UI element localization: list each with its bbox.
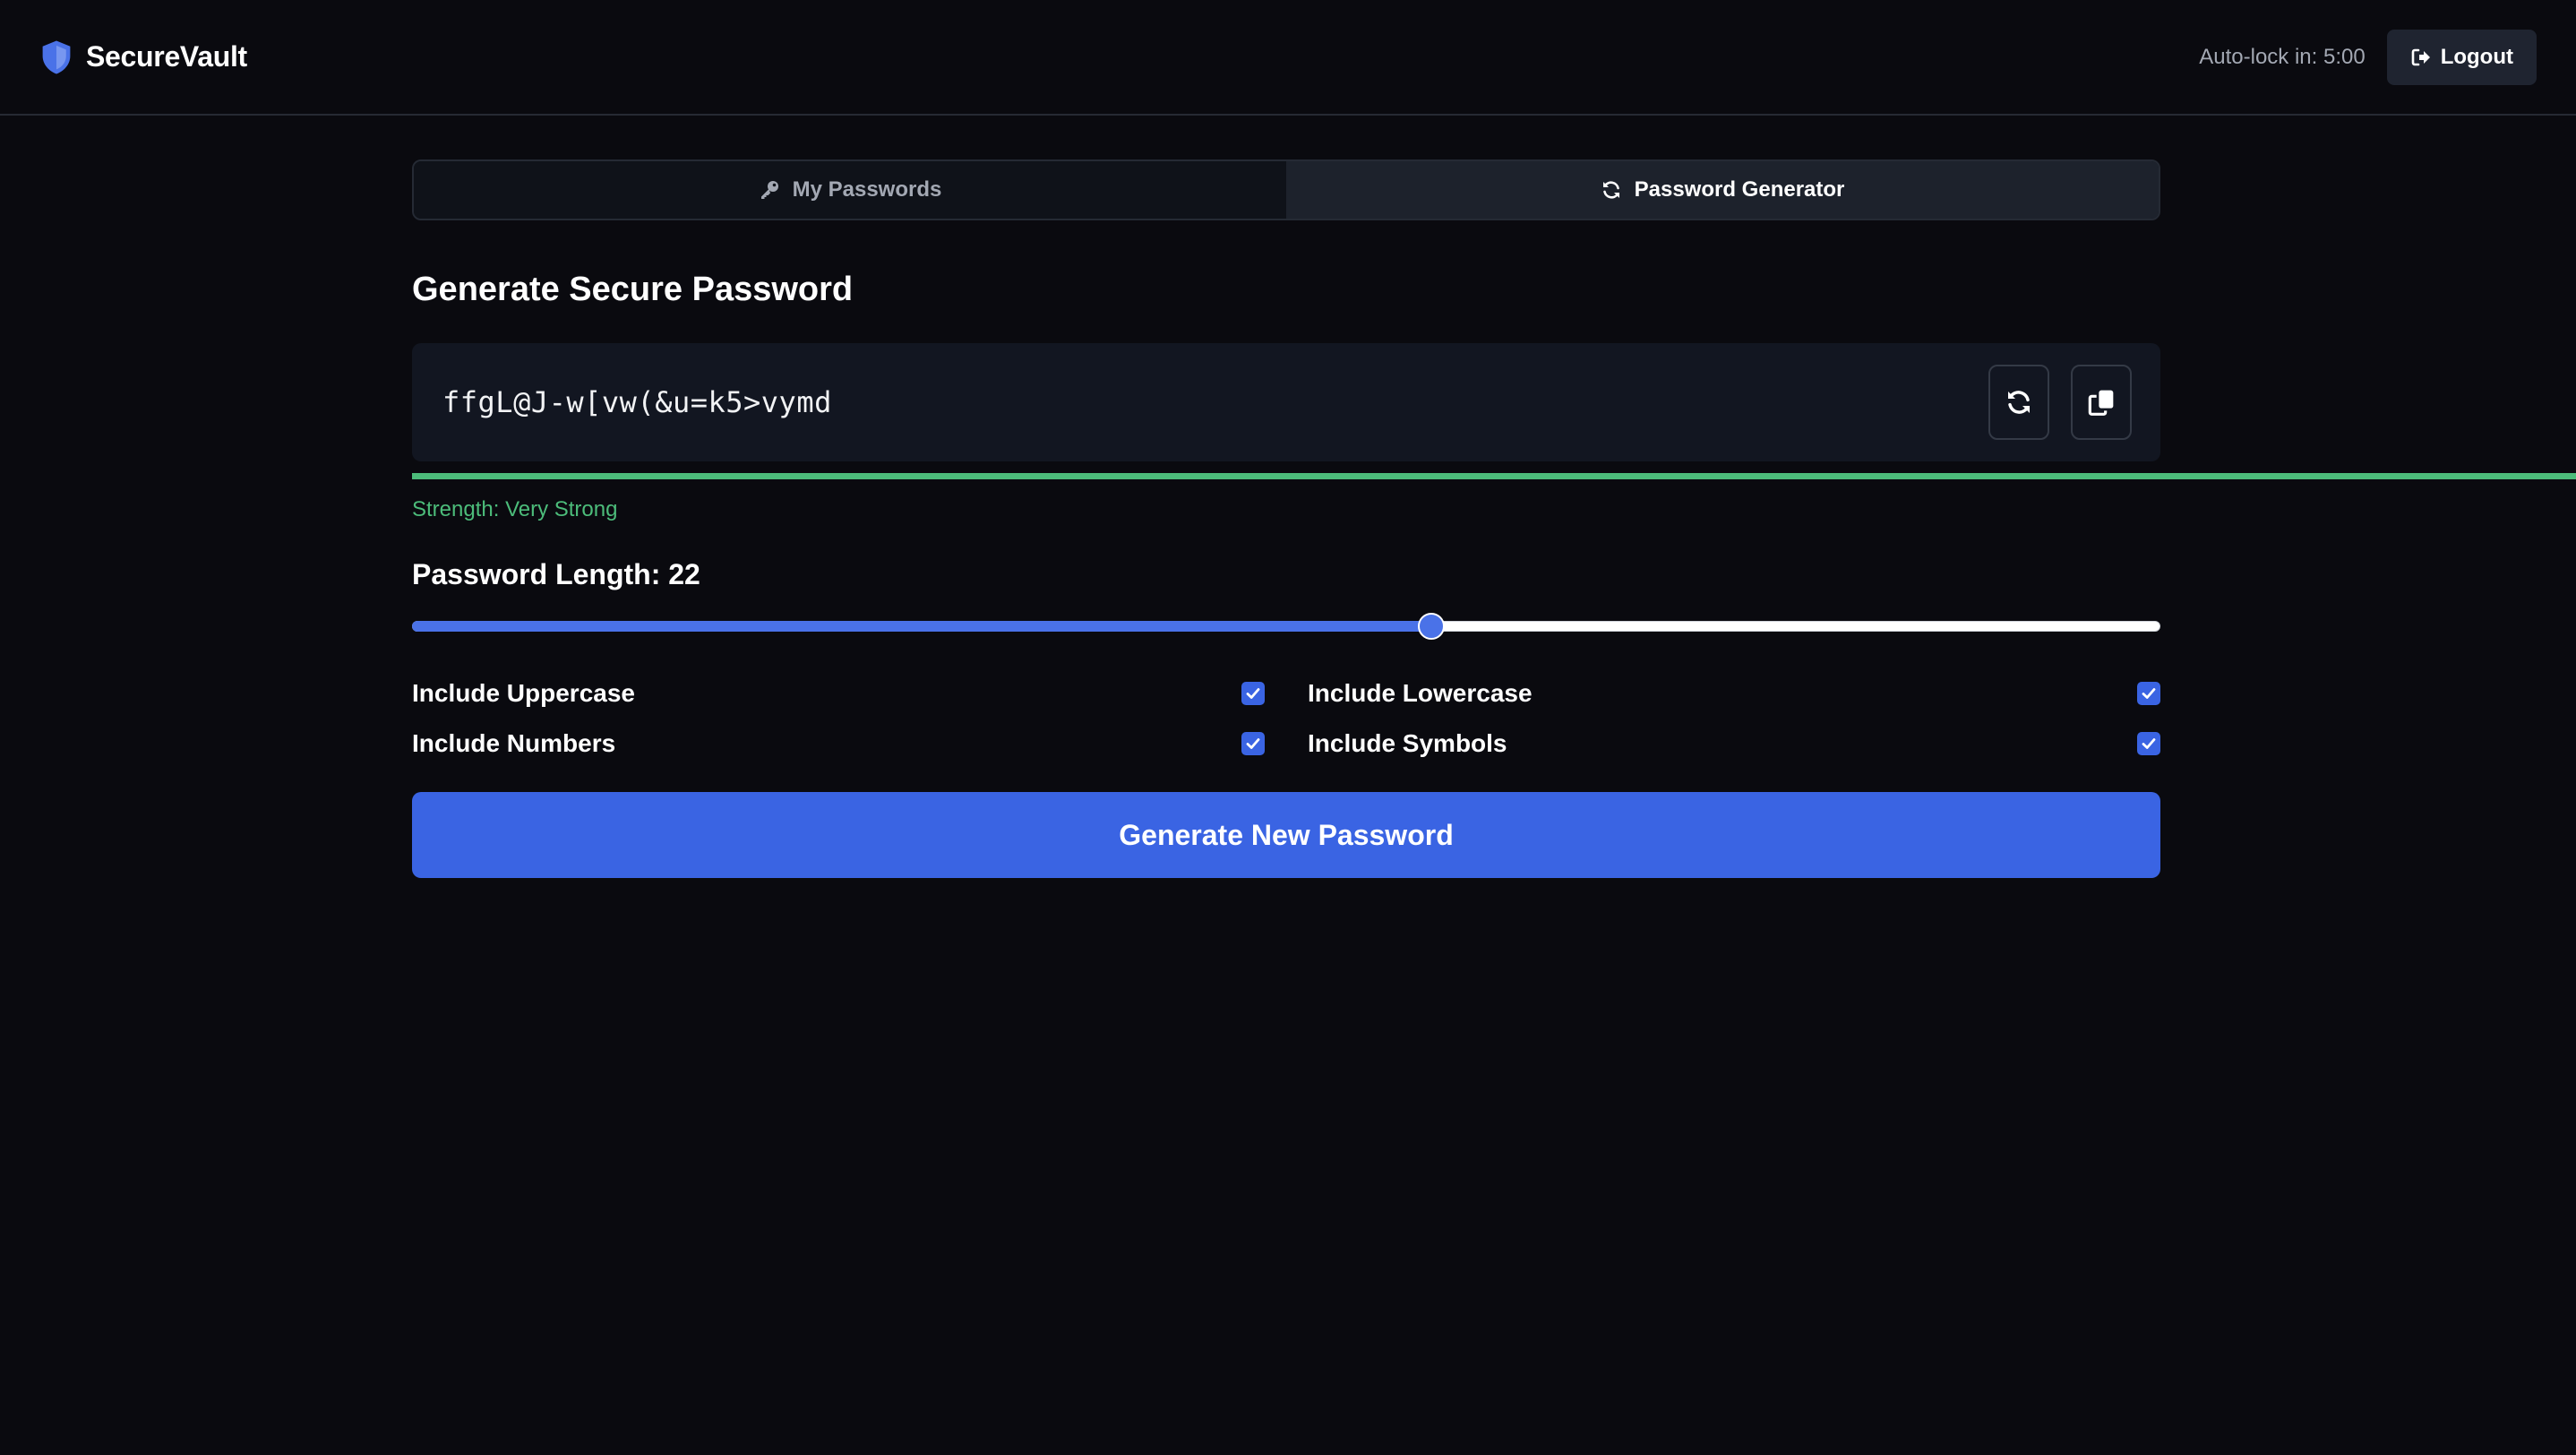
logout-label: Logout: [2440, 44, 2513, 69]
main-content: My Passwords Password Generator Generate…: [412, 159, 2160, 878]
length-slider[interactable]: [412, 613, 2160, 640]
checkmark-icon: [2142, 687, 2156, 699]
option-label: Include Uppercase: [412, 678, 635, 707]
app-name: SecureVault: [86, 40, 247, 73]
options-grid: Include Uppercase Include Lowercase Incl…: [412, 679, 2160, 757]
option-label: Include Numbers: [412, 728, 616, 757]
app-header: SecureVault Auto-lock in: 5:00 Logout: [0, 0, 2576, 116]
tab-bar: My Passwords Password Generator: [412, 159, 2160, 220]
symbols-checkbox[interactable]: [2137, 731, 2160, 755]
logout-button[interactable]: Logout: [2386, 29, 2537, 85]
checkmark-icon: [2142, 737, 2156, 749]
slider-fill: [412, 621, 1432, 632]
strength-label: Strength: Very Strong: [412, 497, 618, 521]
generate-password-button[interactable]: Generate New Password: [412, 792, 2160, 878]
tab-label: Password Generator: [1634, 177, 1845, 202]
sign-out-icon: [2410, 47, 2432, 68]
header-actions: Auto-lock in: 5:00 Logout: [2199, 29, 2537, 85]
refresh-icon: [2005, 388, 2033, 417]
autolock-timer: Auto-lock in: 5:00: [2199, 44, 2366, 69]
numbers-checkbox[interactable]: [1241, 731, 1265, 755]
length-label: Password Length: 22: [412, 558, 700, 590]
lowercase-checkbox[interactable]: [2137, 681, 2160, 705]
checkmark-icon: [1246, 687, 1260, 699]
copy-button[interactable]: [2071, 365, 2132, 440]
tab-my-passwords[interactable]: My Passwords: [414, 161, 1286, 219]
option-uppercase[interactable]: Include Uppercase: [412, 679, 1265, 707]
brand: SecureVault: [39, 39, 247, 75]
refresh-icon: [1601, 179, 1622, 201]
slider-thumb[interactable]: [1418, 613, 1446, 640]
option-numbers[interactable]: Include Numbers: [412, 729, 1265, 757]
checkmark-icon: [1246, 737, 1260, 749]
uppercase-checkbox[interactable]: [1241, 681, 1265, 705]
generated-password[interactable]: ffgL@J-w[vw(&u=k5>vymd: [442, 385, 832, 419]
tab-password-generator[interactable]: Password Generator: [1286, 161, 2159, 219]
tab-label: My Passwords: [792, 177, 942, 202]
copy-icon: [2087, 388, 2116, 417]
option-lowercase[interactable]: Include Lowercase: [1308, 679, 2160, 707]
key-icon: [759, 179, 780, 201]
option-symbols[interactable]: Include Symbols: [1308, 729, 2160, 757]
shield-icon: [39, 39, 73, 75]
password-actions: [1988, 365, 2132, 440]
regenerate-button[interactable]: [1988, 365, 2049, 440]
generated-password-box: ffgL@J-w[vw(&u=k5>vymd: [412, 343, 2160, 461]
option-label: Include Lowercase: [1308, 678, 1533, 707]
section-title: Generate Secure Password: [412, 271, 854, 308]
option-label: Include Symbols: [1308, 728, 1507, 757]
